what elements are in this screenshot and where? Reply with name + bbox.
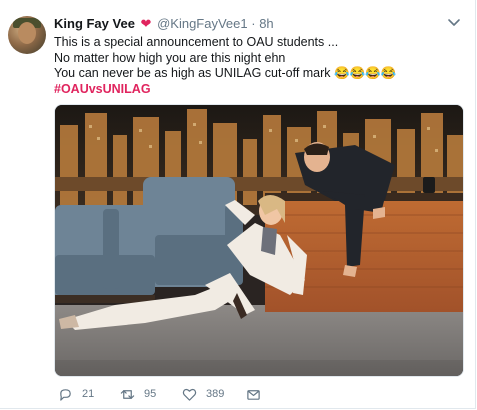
- tweet-text-line: This is a special announcement to OAU st…: [54, 35, 339, 49]
- tweet-text: This is a special announcement to OAU st…: [54, 35, 464, 97]
- retweet-button[interactable]: 95: [120, 386, 156, 402]
- tweet-photo[interactable]: [54, 104, 464, 377]
- reply-button[interactable]: 21: [58, 386, 94, 402]
- retweet-icon: [120, 389, 135, 399]
- heart-emoji: ❤: [140, 16, 152, 31]
- like-count: 389: [206, 388, 225, 400]
- reply-icon: [60, 388, 71, 401]
- chevron-down-icon[interactable]: [447, 15, 461, 29]
- avatar[interactable]: [8, 16, 46, 54]
- retweet-count: 95: [144, 388, 157, 400]
- like-icon: [182, 388, 197, 401]
- tweet-header: King Fay Vee ❤ @KingFayVee1 · 8h: [54, 15, 274, 33]
- direct-message-button[interactable]: [246, 386, 261, 402]
- message-icon: [247, 389, 260, 400]
- separator-dot: ·: [251, 16, 256, 31]
- hashtag-link[interactable]: #OAUvsUNILAG: [54, 82, 464, 98]
- author-name[interactable]: King Fay Vee: [54, 16, 135, 31]
- photo-illustration: [55, 105, 463, 376]
- tweet-text-line: No matter how high you are this night eh…: [54, 50, 286, 65]
- tweet-card[interactable]: King Fay Vee ❤ @KingFayVee1 · 8h This is…: [0, 0, 476, 409]
- tweet-time[interactable]: 8h: [259, 16, 273, 31]
- author-handle[interactable]: @KingFayVee1: [157, 16, 248, 31]
- tweet-text-line: You can never be as high as UNILAG cut-o…: [54, 66, 397, 80]
- reply-count: 21: [82, 388, 95, 400]
- like-button[interactable]: 389: [182, 386, 224, 402]
